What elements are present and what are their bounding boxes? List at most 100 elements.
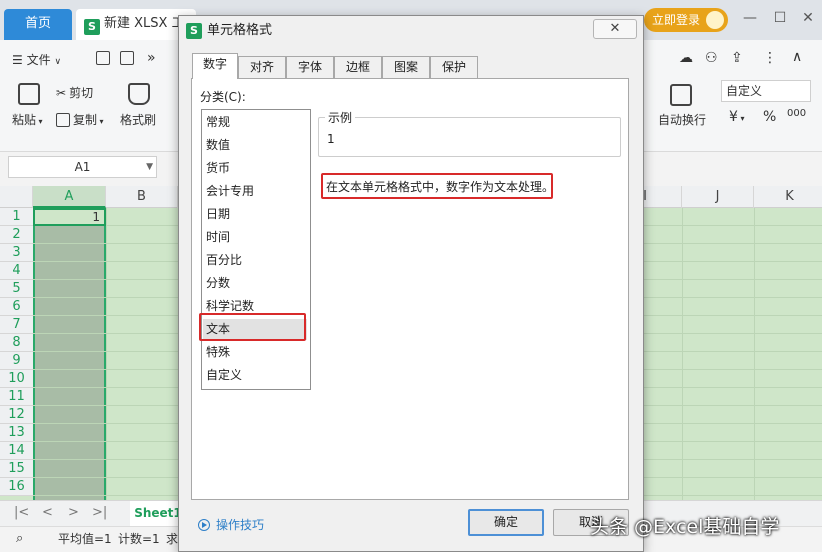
file-menu[interactable]: ☰ 文件 ∨ — [12, 51, 61, 68]
row-header[interactable]: 16 — [0, 478, 33, 496]
user-icon[interactable]: ⚇ — [705, 50, 718, 66]
login-button[interactable]: 立即登录 — [644, 8, 728, 32]
tab-number[interactable]: 数字 — [192, 53, 238, 79]
tab-pattern[interactable]: 图案 — [382, 56, 430, 78]
name-box[interactable]: A1 ▼ — [8, 156, 157, 178]
row-header[interactable]: 15 — [0, 460, 33, 478]
wrap-text-icon[interactable] — [670, 84, 692, 106]
tab-border[interactable]: 边框 — [334, 56, 382, 78]
home-tab[interactable]: 首页 — [4, 9, 72, 40]
currency-icon: ¥ — [729, 109, 738, 125]
spreadsheet-icon: S — [84, 19, 100, 35]
status-average: 平均值=1 — [58, 532, 112, 546]
category-item[interactable]: 时间 — [206, 227, 230, 248]
currency-button[interactable]: ¥ ▾ — [729, 109, 744, 125]
next-sheet-button[interactable]: > — [68, 505, 79, 520]
thousands-button[interactable]: 000 — [787, 108, 806, 119]
select-all-corner[interactable] — [0, 186, 33, 208]
share-icon[interactable]: ⇪ — [731, 50, 743, 66]
cloud-icon[interactable]: ☁ — [679, 50, 693, 66]
column-a-selection — [33, 208, 106, 500]
category-item[interactable]: 日期 — [206, 204, 230, 225]
column-gridline — [106, 208, 107, 500]
row-header[interactable]: 8 — [0, 334, 33, 352]
category-item[interactable]: 分数 — [206, 273, 230, 294]
category-item[interactable]: 常规 — [206, 112, 230, 133]
row-header[interactable]: 7 — [0, 316, 33, 334]
save-icon[interactable] — [96, 51, 113, 65]
row-header[interactable]: 12 — [0, 406, 33, 424]
cell-a1[interactable]: 1 — [33, 208, 106, 226]
cut-label: 剪切 — [69, 86, 94, 100]
minimize-button[interactable]: — — [740, 10, 760, 26]
tab-alignment[interactable]: 对齐 — [238, 56, 286, 78]
row-header[interactable]: 3 — [0, 244, 33, 262]
name-box-value: A1 — [74, 160, 91, 174]
column-header[interactable]: J — [682, 186, 754, 208]
category-item[interactable]: 会计专用 — [206, 181, 254, 202]
first-sheet-button[interactable]: |< — [14, 505, 29, 520]
file-menu-label: 文件 — [26, 53, 51, 67]
category-item[interactable]: 自定义 — [206, 365, 242, 386]
close-window-button[interactable]: ✕ — [798, 10, 818, 26]
chevron-down-icon: ∨ — [54, 57, 62, 67]
category-list[interactable]: 常规 数值 货币 会计专用 日期 时间 百分比 分数 科学记数 文本 特殊 自定… — [201, 109, 311, 390]
format-painter-icon[interactable] — [128, 83, 150, 105]
dialog-title-bar: S 单元格格式 ✕ — [179, 16, 643, 46]
more-icon[interactable]: » — [147, 50, 156, 66]
paste-icon[interactable] — [18, 83, 40, 105]
cut-button[interactable]: ✂ 剪切 — [56, 84, 93, 101]
copy-button[interactable]: 复制 ▾ — [56, 111, 104, 128]
category-item[interactable]: 货币 — [206, 158, 230, 179]
row-header[interactable]: 1 — [0, 208, 33, 226]
row-header[interactable]: 10 — [0, 370, 33, 388]
sample-group: 示例 1 — [318, 109, 621, 157]
number-tab-panel: 分类(C): 常规 数值 货币 会计专用 日期 时间 百分比 分数 科学记数 文… — [191, 78, 629, 500]
wrap-text-button[interactable]: 自动换行 — [658, 111, 706, 128]
paste-button[interactable]: 粘贴 ▾ — [12, 111, 43, 128]
status-sum: 求 — [166, 532, 179, 546]
paste-label: 粘贴 — [12, 113, 37, 127]
sample-legend: 示例 — [325, 109, 356, 126]
column-gridline — [682, 208, 683, 500]
tab-font[interactable]: 字体 — [286, 56, 334, 78]
column-header[interactable]: K — [754, 186, 822, 208]
ok-button[interactable]: 确定 — [468, 509, 544, 536]
more-options-icon[interactable]: ⋮ — [763, 50, 777, 66]
maximize-button[interactable]: ☐ — [770, 10, 790, 26]
row-header[interactable]: 9 — [0, 352, 33, 370]
row-header[interactable]: 11 — [0, 388, 33, 406]
collapse-ribbon-icon[interactable]: ∧ — [792, 49, 802, 65]
close-icon[interactable]: ✕ — [593, 19, 637, 39]
scissors-icon: ✂ — [56, 86, 67, 100]
play-icon — [198, 519, 210, 531]
avatar-icon — [706, 11, 724, 29]
column-header[interactable]: A — [33, 186, 106, 208]
percent-button[interactable]: % — [763, 109, 776, 125]
number-format-select[interactable]: 自定义 — [721, 80, 811, 102]
row-header[interactable]: 14 — [0, 442, 33, 460]
category-item[interactable]: 特殊 — [206, 342, 230, 363]
column-gridline — [754, 208, 755, 500]
selected-category-highlight — [199, 313, 306, 341]
row-header[interactable]: 4 — [0, 262, 33, 280]
column-header[interactable]: B — [106, 186, 178, 208]
row-header[interactable]: 13 — [0, 424, 33, 442]
copy-icon — [56, 113, 70, 127]
row-header[interactable]: 5 — [0, 280, 33, 298]
hamburger-icon: ☰ — [12, 53, 23, 67]
tab-protection[interactable]: 保护 — [430, 56, 478, 78]
last-sheet-button[interactable]: >| — [92, 505, 107, 520]
description-highlight — [321, 173, 553, 199]
app-icon: S — [186, 23, 202, 39]
dialog-title: 单元格格式 — [207, 23, 273, 38]
print-icon[interactable] — [120, 51, 137, 65]
status-icon: ⌕ — [16, 531, 24, 546]
category-item[interactable]: 百分比 — [206, 250, 242, 271]
format-painter-button[interactable]: 格式刷 — [120, 111, 156, 128]
prev-sheet-button[interactable]: < — [42, 505, 53, 520]
row-header[interactable]: 6 — [0, 298, 33, 316]
tips-link[interactable]: 操作技巧 — [198, 516, 264, 533]
row-header[interactable]: 2 — [0, 226, 33, 244]
category-item[interactable]: 数值 — [206, 135, 230, 156]
